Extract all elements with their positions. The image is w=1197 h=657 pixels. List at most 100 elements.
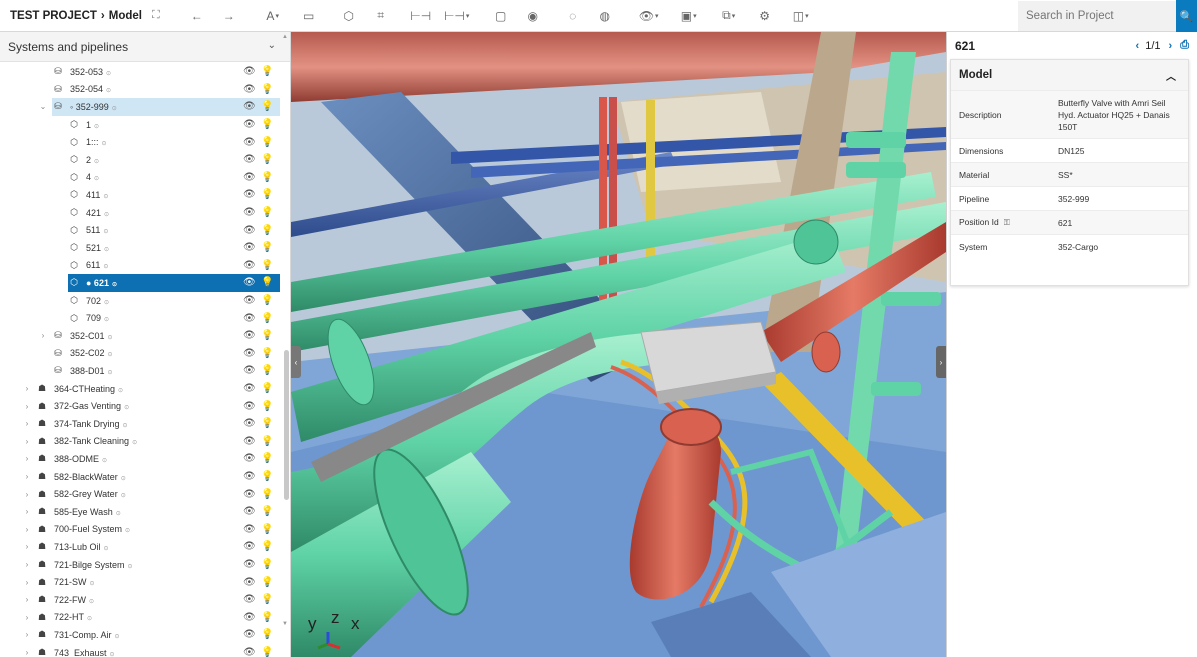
eye-icon[interactable]: 👁 <box>243 506 256 517</box>
tree-row[interactable]: › ☗ 372-Gas Venting ⊙ 👁 💡 <box>0 397 280 415</box>
lightbulb-icon[interactable]: 💡 <box>261 260 273 271</box>
lightbulb-icon[interactable]: 💡 <box>261 383 273 394</box>
lightbulb-icon[interactable]: 💡 <box>261 277 273 288</box>
tree-row[interactable]: ⬡ 4 ⊙ 👁 💡 <box>0 169 280 187</box>
eye-icon[interactable]: 👁 <box>243 524 256 535</box>
lightbulb-icon[interactable]: 💡 <box>261 66 273 77</box>
eye-icon[interactable]: 👁 <box>243 489 256 500</box>
fullscreen-icon[interactable]: ⛶ <box>152 9 160 22</box>
chevron-right-icon[interactable]: › <box>22 472 32 481</box>
lightbulb-icon[interactable]: 💡 <box>261 189 273 200</box>
chevron-right-icon[interactable]: › <box>22 648 32 657</box>
tree-row[interactable]: › ☗ 713-Lub Oil ⊙ 👁 💡 <box>0 538 280 556</box>
eye-icon[interactable]: 👁 <box>243 418 256 429</box>
eye-icon[interactable]: 👁 <box>243 577 256 588</box>
eye-icon[interactable]: 👁 <box>243 383 256 394</box>
eye-icon[interactable]: 👁 <box>243 137 256 148</box>
chevron-right-icon[interactable]: › <box>38 331 48 340</box>
tree-row[interactable]: › ☗ 382-Tank Cleaning ⊙ 👁 💡 <box>0 433 280 451</box>
eye-icon[interactable]: 👁 <box>243 471 256 482</box>
chevron-right-icon[interactable]: › <box>22 613 32 622</box>
layers-icon[interactable]: ⧉ ▾ <box>712 4 746 28</box>
tree-row[interactable]: › ☗ 582-BlackWater ⊙ 👁 💡 <box>0 468 280 486</box>
lightbulb-icon[interactable]: 💡 <box>261 313 273 324</box>
lightbulb-icon[interactable]: 💡 <box>261 489 273 500</box>
eye-icon[interactable]: 👁 <box>243 66 256 77</box>
chevron-right-icon[interactable]: › <box>22 454 32 463</box>
eye-icon[interactable]: 👁 <box>243 612 256 623</box>
chevron-right-icon[interactable]: › <box>22 384 32 393</box>
lightbulb-icon[interactable]: 💡 <box>261 418 273 429</box>
chevron-right-icon[interactable]: › <box>1169 40 1173 52</box>
eye-icon[interactable]: 👁 <box>243 330 256 341</box>
lightbulb-icon[interactable]: 💡 <box>261 594 273 605</box>
tree-row[interactable]: › ☗ 582-Grey Water ⊙ 👁 💡 <box>0 485 280 503</box>
lightbulb-icon[interactable]: 💡 <box>261 612 273 623</box>
3d-viewport[interactable] <box>291 32 946 657</box>
lightbulb-icon[interactable]: 💡 <box>261 242 273 253</box>
panel-layout-icon[interactable]: ◫ ▾ <box>784 4 818 28</box>
chevron-right-icon[interactable]: › <box>22 595 32 604</box>
eye-icon[interactable]: 👁 <box>243 260 256 271</box>
eye-icon[interactable]: 👁 <box>243 647 256 657</box>
chevron-right-icon[interactable]: › <box>22 402 32 411</box>
search-input[interactable] <box>1018 1 1176 31</box>
tree-scrollbar[interactable]: ▲ ▼ <box>282 32 290 627</box>
tree-row[interactable]: ⬡ 1::: ⊙ 👁 💡 <box>0 133 280 151</box>
eye-icon[interactable]: 👁 <box>243 295 256 306</box>
tree-row[interactable]: › ☗ 721-Bilge System ⊙ 👁 💡 <box>0 556 280 574</box>
lightbulb-icon[interactable]: 💡 <box>261 330 273 341</box>
lightbulb-icon[interactable]: 💡 <box>261 207 273 218</box>
tree-row[interactable]: ⬡ 411 ⊙ 👁 💡 <box>0 186 280 204</box>
chevron-down-icon[interactable]: ⌄ <box>268 40 276 51</box>
tree-row[interactable]: ⬡ ● 621 ⊙ 👁 💡 <box>68 274 280 292</box>
eye-icon[interactable]: 👁 <box>243 453 256 464</box>
eye-icon[interactable]: 👁 <box>243 172 256 183</box>
tree-row[interactable]: ⛁ 388-D01 ⊙ 👁 💡 <box>0 362 280 380</box>
tree-row[interactable]: › ☗ 388-ODME ⊙ 👁 💡 <box>0 450 280 468</box>
collapse-right-panel-icon[interactable]: › <box>936 346 946 378</box>
lightbulb-icon[interactable]: 💡 <box>261 401 273 412</box>
eye-icon[interactable]: 👁 <box>243 154 256 165</box>
lightbulb-icon[interactable]: 💡 <box>261 101 273 112</box>
eye-icon[interactable]: 👁 <box>243 225 256 236</box>
lightbulb-icon[interactable]: 💡 <box>261 154 273 165</box>
lightbulb-icon[interactable]: 💡 <box>261 119 273 130</box>
eye-icon[interactable]: 👁 <box>243 436 256 447</box>
tree-row[interactable]: › ☗ 722-FW ⊙ 👁 💡 <box>0 591 280 609</box>
chevron-right-icon[interactable]: › <box>22 630 32 639</box>
eye-icon[interactable]: 👁 <box>243 84 256 95</box>
measure-icon[interactable]: ⊢⊣ <box>408 4 434 28</box>
chevron-right-icon[interactable]: › <box>22 507 32 516</box>
eye-icon[interactable]: 👁 <box>243 119 256 130</box>
chevron-right-icon[interactable]: › <box>22 578 32 587</box>
tree-row[interactable]: › ☗ 722-HT ⊙ 👁 💡 <box>0 609 280 627</box>
lightbulb-icon[interactable]: 💡 <box>261 453 273 464</box>
tree-row[interactable]: › ☗ 743_Exhaust ⊙ 👁 💡 <box>0 644 280 657</box>
tree-row[interactable]: ⬡ 611 ⊙ 👁 💡 <box>0 257 280 275</box>
collapse-left-panel-icon[interactable]: ‹ <box>291 346 301 378</box>
cube-view-icon[interactable]: ⬡ <box>336 4 362 28</box>
lightbulb-icon[interactable]: 💡 <box>261 559 273 570</box>
chevron-down-icon[interactable]: ⌄ <box>38 102 48 111</box>
eye-icon[interactable]: 👁 <box>243 207 256 218</box>
eye-icon[interactable]: 👁 <box>243 277 256 288</box>
lightbulb-icon[interactable]: 💡 <box>261 365 273 376</box>
measure-options-icon[interactable]: ⊢⊣ ▾ <box>440 4 474 28</box>
lightbulb-icon[interactable]: 💡 <box>261 348 273 359</box>
eye-icon[interactable]: 👁 <box>243 348 256 359</box>
camera-icon[interactable]: ◉ <box>520 4 546 28</box>
lightbulb-icon[interactable]: 💡 <box>261 84 273 95</box>
print-icon[interactable]: ⎙ <box>1180 39 1189 52</box>
tree-row[interactable]: ⬡ 421 ⊙ 👁 💡 <box>0 204 280 222</box>
tree-row[interactable]: › ☗ 374-Tank Drying ⊙ 👁 💡 <box>0 415 280 433</box>
eye-icon[interactable]: 👁 <box>243 313 256 324</box>
image-icon[interactable]: ▣ ▾ <box>672 4 706 28</box>
lightbulb-icon[interactable]: 💡 <box>261 577 273 588</box>
redo-icon[interactable]: → <box>216 4 242 28</box>
chevron-right-icon[interactable]: › <box>22 560 32 569</box>
systems-panel-header[interactable]: Systems and pipelines ⌄ <box>0 32 290 62</box>
eye-icon[interactable]: 👁 <box>243 101 256 112</box>
chevron-right-icon[interactable]: › <box>22 419 32 428</box>
lightbulb-icon[interactable]: 💡 <box>261 436 273 447</box>
